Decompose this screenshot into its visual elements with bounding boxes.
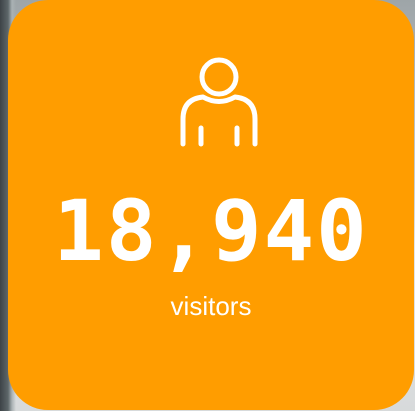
person-icon [179,56,259,148]
visitors-stat-card: 18,940 visitors [8,0,414,410]
visitor-count-label: visitors [170,291,252,321]
visitor-count: 18,940 [53,182,369,280]
